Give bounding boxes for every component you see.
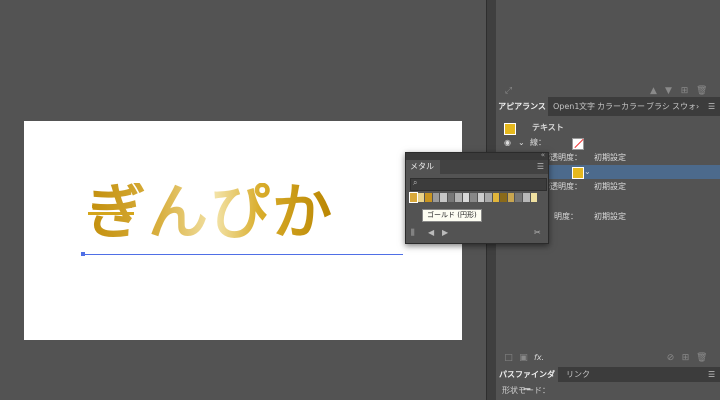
object-thumbnail (504, 123, 516, 135)
stroke-row[interactable]: ◉ ⌄ 線： (496, 136, 720, 150)
metal-swatch[interactable] (522, 193, 530, 202)
metal-swatch[interactable] (530, 193, 538, 202)
text-baseline (83, 254, 403, 255)
next-library-icon[interactable]: ▶ (442, 228, 448, 237)
metal-swatch[interactable] (507, 193, 515, 202)
duplicate-icon[interactable]: ⊞ (681, 354, 690, 363)
top-panel: ⤢ ▲ ▼ ⊞ 🗑 (496, 0, 720, 96)
metal-swatch[interactable] (417, 193, 425, 202)
metal-swatch[interactable] (485, 193, 492, 202)
tab-color[interactable]: カラー (597, 97, 621, 116)
tab-brush[interactable]: ブラシ (646, 97, 670, 116)
metal-swatch[interactable] (477, 193, 485, 202)
opacity-value: 初期設定 (594, 212, 626, 221)
metal-swatch[interactable] (462, 193, 470, 202)
trash-icon[interactable]: 🗑 (696, 354, 707, 363)
tab-links[interactable]: リンク (566, 367, 590, 382)
previous-library-icon[interactable]: ◀ (428, 228, 434, 237)
metal-swatch[interactable] (409, 192, 418, 203)
library-menu-icon[interactable]: ⫼ (411, 228, 415, 238)
search-icon: ⌕ (413, 178, 418, 187)
appearance-title: テキスト (532, 123, 564, 132)
collapse-icon[interactable]: « (541, 151, 545, 159)
metal-swatch[interactable] (515, 193, 522, 202)
tab-overflow[interactable]: › (696, 97, 699, 116)
metal-swatch-panel[interactable]: « メタル ☰ ⌕ ゴールド (円形) ⫼ ◀ ▶ ✂ (405, 151, 549, 244)
pathfinder-tab-bar: パスファインダー リンク ☰ (496, 367, 720, 394)
panel-tab-bar: アピアランス Open1 文字 カラー カラー ブラシ スウォ › ☰ (496, 97, 720, 116)
stroke-label: 線： (530, 138, 546, 147)
appearance-footer: □ ▣ fx. ⊘ ⊞ 🗑 (496, 352, 720, 366)
fill-swatch[interactable] (572, 167, 584, 179)
fx-button[interactable]: fx. (534, 353, 544, 362)
opacity-value: 初期設定 (594, 182, 626, 191)
tab-pathfinder[interactable]: パスファインダー (496, 367, 558, 394)
new-item-icon[interactable]: ⊞ (680, 87, 689, 96)
clear-icon[interactable]: ⊘ (666, 354, 675, 363)
shape-mode-label: 形状モード： (502, 386, 550, 395)
metal-swatch[interactable] (500, 193, 507, 202)
metal-swatch[interactable] (492, 193, 500, 202)
expand-icon[interactable]: ⤢ (504, 87, 513, 96)
arrow-down-icon[interactable]: ▼ (664, 87, 673, 96)
tools-icon[interactable]: ✂ (534, 228, 541, 237)
tab-appearance[interactable]: アピアランス (496, 97, 548, 116)
stroke-none-swatch[interactable] (572, 138, 584, 150)
metal-swatch[interactable] (425, 193, 432, 202)
chevron-down-icon[interactable]: ⌄ (518, 136, 525, 150)
metal-swatch[interactable] (447, 193, 455, 202)
baseline-anchor[interactable] (81, 252, 85, 256)
metal-swatch[interactable] (432, 193, 440, 202)
panel-menu-icon[interactable]: ☰ (708, 367, 715, 382)
add-fill-icon[interactable]: ▣ (519, 354, 528, 363)
panel-drag-bar[interactable]: « (406, 151, 548, 160)
eye-icon[interactable]: ◉ (504, 136, 511, 150)
tab-type[interactable]: 文字 (579, 97, 595, 116)
swatch-tooltip: ゴールド (円形) (422, 209, 482, 222)
metal-panel-footer: ⫼ ◀ ▶ ✂ (406, 225, 548, 242)
tab-metal[interactable]: メタル (406, 160, 440, 174)
tab-open1[interactable]: Open1 (553, 97, 579, 116)
chevron-down-icon[interactable]: ⌄ (584, 165, 591, 179)
opacity-value: 初期設定 (594, 153, 626, 162)
metal-swatch[interactable] (455, 193, 462, 202)
arrow-up-icon[interactable]: ▲ (649, 87, 658, 96)
metal-swatch[interactable] (470, 193, 477, 202)
metal-tab-bar: メタル ☰ (406, 160, 548, 174)
panel-menu-icon[interactable]: ☰ (537, 162, 544, 171)
trash-icon[interactable]: 🗑 (696, 87, 707, 96)
swatch-strip (409, 192, 538, 203)
appearance-title-row[interactable]: テキスト (496, 121, 720, 135)
panel-menu-icon[interactable]: ☰ (708, 97, 715, 116)
tab-color-guide[interactable]: カラー (621, 97, 645, 116)
square-icon[interactable]: □ (504, 354, 513, 363)
metal-swatch[interactable] (440, 193, 447, 202)
gold-text[interactable]: ぎんぴか (86, 183, 334, 243)
tab-swatches[interactable]: スウォ (672, 97, 696, 116)
opacity-label[interactable]: 明度： (554, 210, 578, 224)
search-input[interactable]: ⌕ (410, 178, 547, 191)
